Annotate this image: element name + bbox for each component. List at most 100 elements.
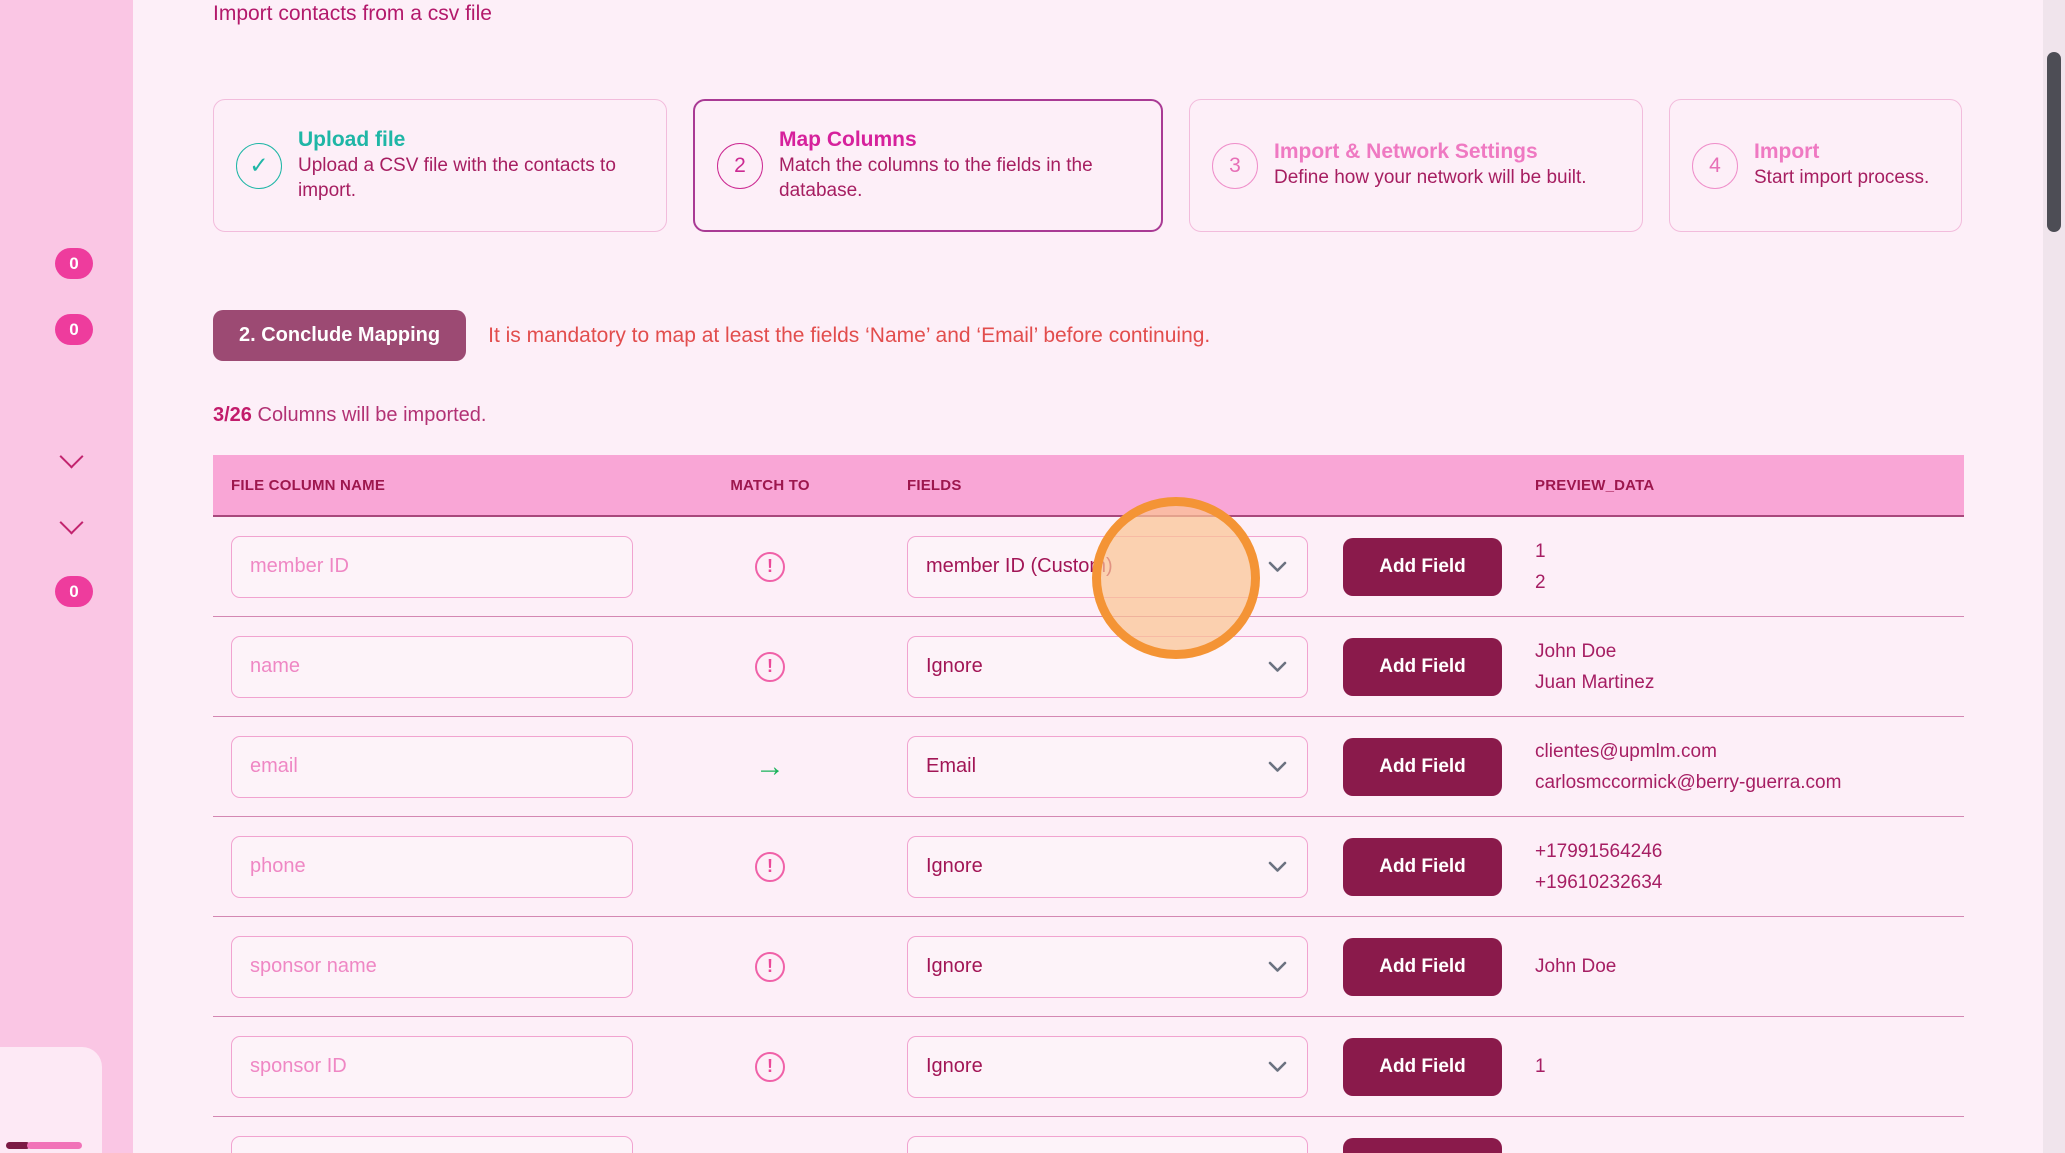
sidebar-badge: 0 (55, 314, 93, 345)
match-to-cell: ! → (633, 652, 907, 682)
columns-imported-line: 3/26 Columns will be imported. (213, 404, 486, 427)
add-field-button[interactable]: Add Field (1343, 1038, 1502, 1096)
add-field-cell: Add Field (1343, 1038, 1535, 1096)
table-body: member ID ! → member ID (Custom) Add Fie… (213, 517, 1964, 1153)
arrow-right-icon: → (755, 752, 785, 782)
field-select[interactable]: member ID (Custom) (907, 536, 1308, 598)
chevron-down-icon (1268, 661, 1287, 673)
preview-data: 1 (1535, 1051, 1964, 1082)
add-field-cell: Add Field (1343, 938, 1535, 996)
add-field-cell: Add Field (1343, 1138, 1535, 1153)
scrollbar-track[interactable] (2043, 0, 2065, 1153)
step-title: Import (1754, 140, 1929, 164)
conclude-mapping-row: 2. Conclude Mapping It is mandatory to m… (213, 310, 1210, 361)
file-column-name-input[interactable]: sponsor ID (231, 1036, 633, 1098)
add-field-button[interactable]: Add Field (1343, 738, 1502, 796)
chevron-down-icon (1268, 861, 1287, 873)
field-select[interactable]: Ignore (907, 1036, 1308, 1098)
field-select-value: Ignore (926, 655, 983, 678)
file-column-name-input[interactable] (231, 1136, 633, 1153)
conclude-mapping-button[interactable]: 2. Conclude Mapping (213, 310, 466, 361)
file-column-name-input[interactable]: phone (231, 836, 633, 898)
preview-line: John Doe (1535, 951, 1964, 982)
field-cell: Ignore (907, 836, 1343, 898)
table-row: sponsor name ! → Ignore Add Field John D… (213, 917, 1964, 1017)
step-number: 2 (717, 143, 763, 189)
add-field-cell: Add Field (1343, 838, 1535, 896)
wizard-steps: ✓ Upload file Upload a CSV file with the… (213, 99, 1962, 232)
chevron-down-icon (1268, 761, 1287, 773)
step-number: 3 (1212, 143, 1258, 189)
step-title: Upload file (298, 128, 648, 152)
field-cell: Email (907, 736, 1343, 798)
table-row: phone ! → Ignore Add Field +17991564246+… (213, 817, 1964, 917)
file-column-name-input[interactable]: member ID (231, 536, 633, 598)
file-column-cell: member ID (213, 536, 633, 598)
add-field-button[interactable]: Add Field (1343, 838, 1502, 896)
table-header: FILE COLUMN NAME MATCH TO FIELDS PREVIEW… (213, 455, 1964, 517)
match-to-cell: ! → (633, 552, 907, 582)
file-column-name-input[interactable]: name (231, 636, 633, 698)
step-description: Define how your network will be built. (1274, 166, 1587, 190)
step-map-columns[interactable]: 2 Map Columns Match the columns to the f… (693, 99, 1163, 232)
add-field-button[interactable]: Add Field (1343, 1138, 1502, 1153)
warning-icon: ! (755, 552, 785, 582)
add-field-button[interactable]: Add Field (1343, 938, 1502, 996)
table-row: email ! → Email Add Field clientes@upmlm… (213, 717, 1964, 817)
field-select[interactable]: Email (907, 736, 1308, 798)
field-cell: Ignore (907, 636, 1343, 698)
step-description: Match the columns to the fields in the d… (779, 154, 1143, 202)
preview-line: John Doe (1535, 636, 1964, 667)
field-select-value: Email (926, 755, 976, 778)
file-column-name: email (250, 755, 298, 778)
field-select[interactable]: Ignore (907, 936, 1308, 998)
step-text: Import & Network Settings Define how you… (1274, 140, 1587, 190)
field-select[interactable]: Ignore (907, 836, 1308, 898)
add-field-cell: Add Field (1343, 738, 1535, 796)
step-description: Start import process. (1754, 166, 1929, 190)
preview-line: +17991564246 (1535, 836, 1964, 867)
chevron-down-icon[interactable] (59, 510, 83, 534)
step-description: Upload a CSV file with the contacts to i… (298, 154, 648, 202)
preview-data: 12 (1535, 536, 1964, 598)
table-row: ! → Add Field 4924 Cindy Plain (213, 1117, 1964, 1153)
step-upload-file[interactable]: ✓ Upload file Upload a CSV file with the… (213, 99, 667, 232)
warning-icon: ! (755, 1052, 785, 1082)
field-select[interactable] (907, 1136, 1308, 1153)
warning-icon: ! (755, 952, 785, 982)
add-field-cell: Add Field (1343, 538, 1535, 596)
sidebar-badge: 0 (55, 576, 93, 607)
file-column-name-input[interactable]: sponsor name (231, 936, 633, 998)
columns-imported-text: Columns will be imported. (252, 404, 487, 426)
preview-line: clientes@upmlm.com (1535, 736, 1964, 767)
preview-line: +19610232634 (1535, 867, 1964, 898)
progress-segment-pink (27, 1142, 82, 1149)
preview-line: 1 (1535, 536, 1964, 567)
add-field-cell: Add Field (1343, 638, 1535, 696)
step-title: Import & Network Settings (1274, 140, 1587, 164)
step-import-network-settings[interactable]: 3 Import & Network Settings Define how y… (1189, 99, 1643, 232)
field-select[interactable]: Ignore (907, 636, 1308, 698)
preview-data: John DoeJuan Martinez (1535, 636, 1964, 698)
header-preview-data: PREVIEW_DATA (1535, 477, 1964, 494)
file-column-cell: phone (213, 836, 633, 898)
match-to-cell: ! → (633, 752, 907, 782)
page-title: Import contacts from a csv file (213, 2, 492, 26)
main-content: Import contacts from a csv file ✓ Upload… (133, 0, 2043, 1153)
chevron-down-icon (1268, 961, 1287, 973)
file-column-name: name (250, 655, 300, 678)
preview-data: John Doe (1535, 951, 1964, 982)
chevron-down-icon[interactable] (59, 444, 83, 468)
add-field-button[interactable]: Add Field (1343, 638, 1502, 696)
check-icon: ✓ (236, 143, 282, 189)
scrollbar-thumb[interactable] (2047, 52, 2061, 232)
corner-popup-panel (0, 1047, 102, 1153)
add-field-button[interactable]: Add Field (1343, 538, 1502, 596)
step-import[interactable]: 4 Import Start import process. (1669, 99, 1962, 232)
file-column-name-input[interactable]: email (231, 736, 633, 798)
field-cell: Ignore (907, 1036, 1343, 1098)
preview-line: carlosmccormick@berry-guerra.com (1535, 767, 1964, 798)
step-text: Import Start import process. (1754, 140, 1929, 190)
match-to-cell: ! → (633, 952, 907, 982)
file-column-cell: name (213, 636, 633, 698)
